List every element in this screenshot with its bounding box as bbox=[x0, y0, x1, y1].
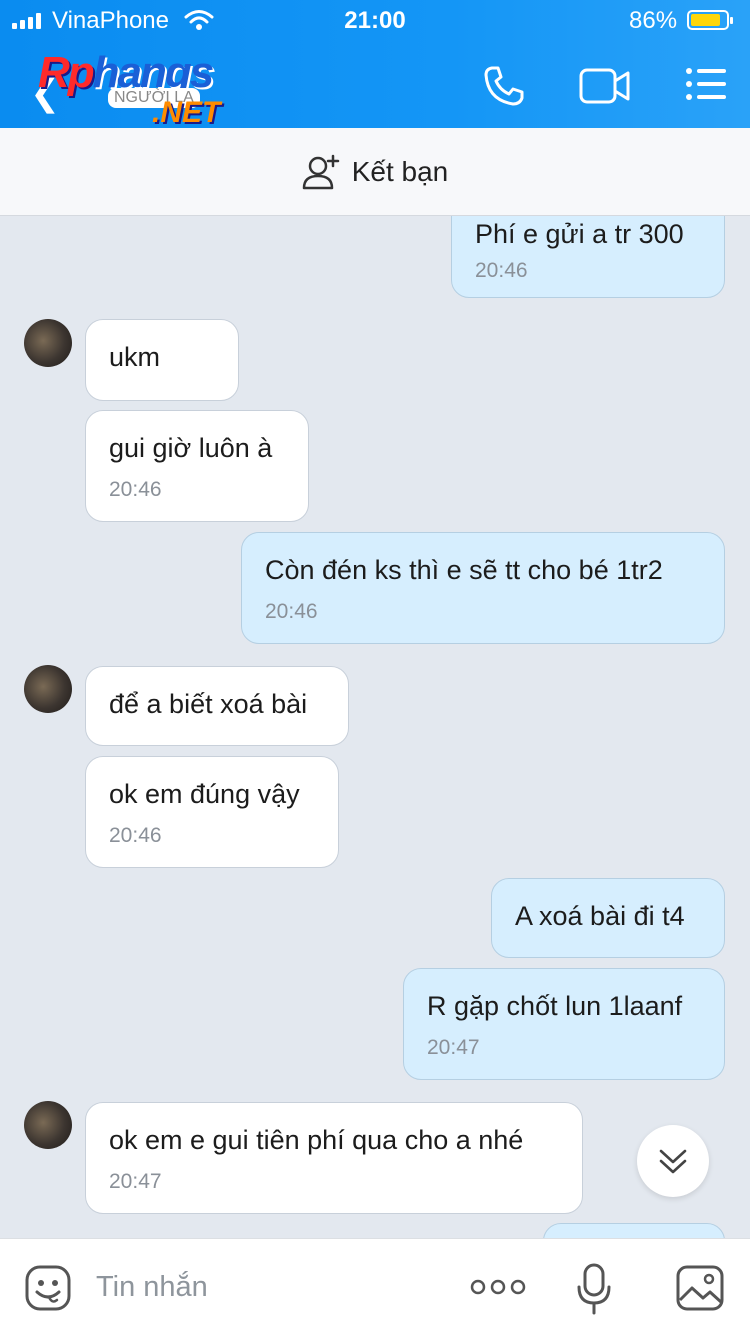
add-friend-label: Kết bạn bbox=[351, 155, 449, 187]
message-text: để a biết xoá bài bbox=[109, 689, 308, 719]
message-time: 20:46 bbox=[109, 824, 162, 847]
video-call-icon[interactable] bbox=[578, 66, 632, 106]
emoji-icon[interactable] bbox=[24, 1264, 72, 1312]
more-icon[interactable] bbox=[470, 1277, 526, 1297]
message-bubble-outgoing[interactable]: A xoá bài đi t4 bbox=[491, 878, 725, 958]
message-bubble-outgoing[interactable]: R gặp chốt lun 1laanf 20:47 bbox=[403, 968, 725, 1080]
header-bar: VinaPhone 21:00 86% ❮ Rphangs NGƯỜI LẠ .… bbox=[0, 0, 750, 129]
avatar[interactable] bbox=[24, 319, 72, 367]
battery-icon bbox=[687, 10, 733, 30]
message-bubble-incoming[interactable]: ok em e gui tiên phí qua cho a nhé 20:47 bbox=[85, 1102, 583, 1214]
message-text: Còn đén ks thì e sẽ tt cho bé 1tr2 bbox=[265, 555, 663, 585]
message-text: ok em đúng vậy bbox=[109, 779, 300, 809]
message-composer: Tin nhắn bbox=[0, 1238, 750, 1335]
message-text: R gặp chốt lun 1laanf bbox=[427, 991, 683, 1021]
message-text: Phí e gửi a tr 300 bbox=[475, 219, 684, 249]
message-bubble-incoming[interactable]: để a biết xoá bài bbox=[85, 666, 349, 746]
status-bar: VinaPhone 21:00 86% bbox=[0, 0, 750, 40]
avatar[interactable] bbox=[24, 665, 72, 713]
chat-area: Phí e gửi a tr 300 20:46 ukm gui giờ luô… bbox=[0, 216, 750, 1238]
chevron-double-down-icon bbox=[659, 1149, 687, 1174]
message-text: A xoá bài đi t4 bbox=[515, 901, 685, 931]
message-bubble-incoming[interactable]: ukm bbox=[85, 319, 239, 401]
message-input[interactable]: Tin nhắn bbox=[96, 1271, 208, 1304]
mic-icon[interactable] bbox=[577, 1263, 611, 1315]
message-text: gui giờ luôn à bbox=[109, 433, 273, 463]
message-bubble-outgoing[interactable]: Phí e gửi a tr 300 20:46 bbox=[451, 216, 725, 298]
message-time: 20:46 bbox=[109, 478, 162, 501]
message-time: 20:46 bbox=[475, 259, 528, 282]
site-logo: Rphangs NGƯỜI LẠ .NET bbox=[38, 48, 221, 129]
message-text: ok em e gui tiên phí qua cho a nhé bbox=[109, 1125, 524, 1155]
message-text: ukm bbox=[109, 342, 161, 372]
message-bubble-incoming[interactable]: ok em đúng vậy 20:46 bbox=[85, 756, 339, 868]
battery-percent: 86% bbox=[629, 7, 678, 34]
scroll-to-bottom-button[interactable] bbox=[637, 1125, 709, 1197]
image-icon[interactable] bbox=[675, 1264, 725, 1312]
message-time: 20:46 bbox=[265, 600, 318, 623]
phone-icon[interactable] bbox=[482, 64, 526, 108]
message-time: 20:47 bbox=[427, 1036, 480, 1059]
message-bubble-outgoing[interactable] bbox=[543, 1223, 725, 1238]
add-friend-bar[interactable]: Kết bạn bbox=[0, 128, 750, 216]
message-bubble-incoming[interactable]: gui giờ luôn à 20:46 bbox=[85, 410, 309, 522]
menu-icon[interactable] bbox=[684, 66, 728, 102]
avatar[interactable] bbox=[24, 1101, 72, 1149]
message-bubble-outgoing[interactable]: Còn đén ks thì e sẽ tt cho bé 1tr2 20:46 bbox=[241, 532, 725, 644]
message-time: 20:47 bbox=[109, 1170, 162, 1193]
add-friend-icon bbox=[302, 154, 339, 189]
